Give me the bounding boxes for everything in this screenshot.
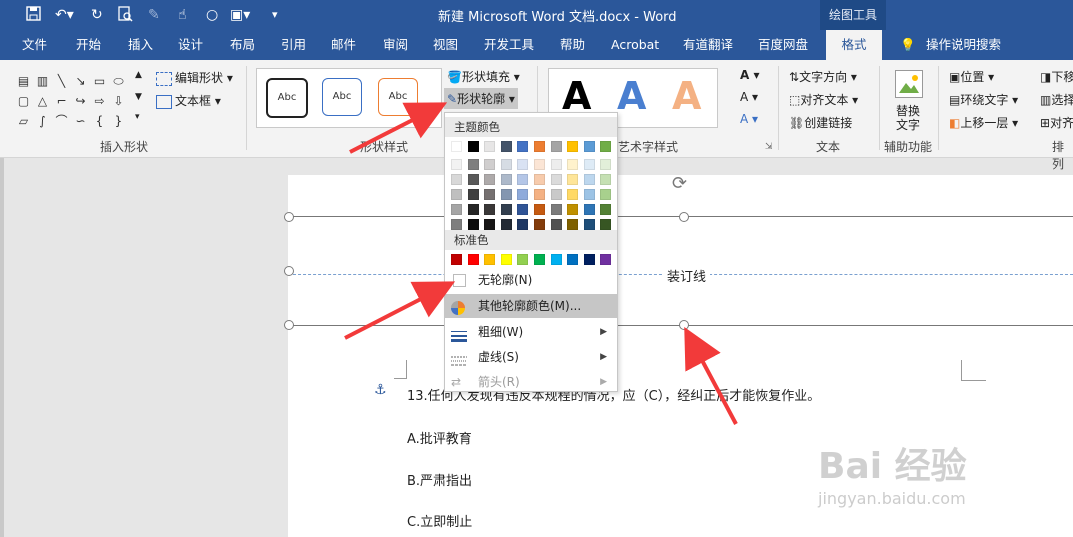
red-arrow-to-no-outline	[344, 281, 456, 340]
annotation-arrows	[344, 102, 738, 425]
red-arrow-to-bottom-handle	[684, 326, 738, 425]
red-arrow-to-shape-outline	[349, 102, 448, 154]
